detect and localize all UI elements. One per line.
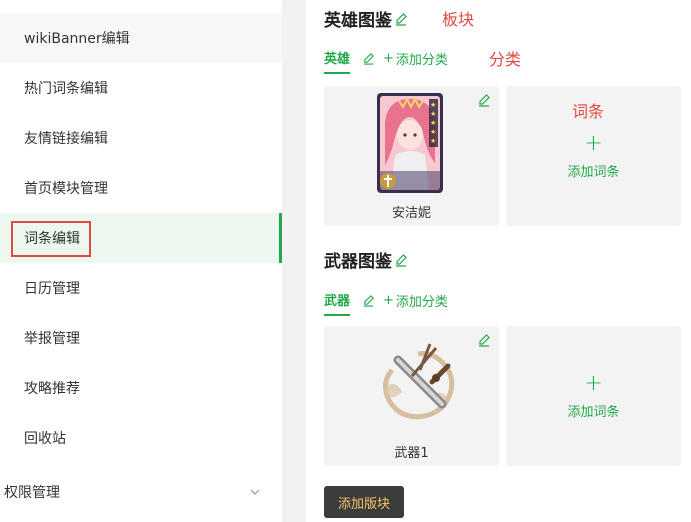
plus-icon: + <box>584 370 603 396</box>
sidebar-item-label: 友情链接编辑 <box>24 131 108 147</box>
sidebar-item-label: 首页模块管理 <box>24 181 108 197</box>
sidebar-item-friend-links[interactable]: 友情链接编辑 <box>0 113 282 163</box>
add-category-label: 添加分类 <box>395 294 448 310</box>
annotation-block: 板块 <box>442 10 475 29</box>
sidebar-item-label: 举报管理 <box>24 331 80 347</box>
sidebar-item-home-modules[interactable]: 首页模块管理 <box>0 163 282 213</box>
sidebar-group-label: 权限管理 <box>4 485 60 501</box>
sidebar-item-calendar[interactable]: 日历管理 <box>0 263 282 313</box>
edit-icon[interactable] <box>362 294 375 307</box>
main-content: 英雄图鉴 板块 英雄 + 添加分类 分类 ★ ★ ★ ★ ★ 安洁妮 词条 + 添 <box>306 0 691 522</box>
sidebar-item-guides[interactable]: 攻略推荐 <box>0 363 282 413</box>
edit-icon[interactable] <box>362 52 375 65</box>
annotation-category: 分类 <box>489 50 522 69</box>
sidebar-item-recycle-bin[interactable]: 回收站 <box>0 413 282 463</box>
category-tabs: 武器 + 添加分类 <box>324 290 448 316</box>
edit-icon[interactable] <box>394 253 408 267</box>
svg-text:★: ★ <box>430 110 436 118</box>
add-category-button[interactable]: + 添加分类 <box>383 49 448 68</box>
tab-hero[interactable]: 英雄 <box>324 48 351 74</box>
sidebar-item-entry-edit[interactable]: 词条编辑 <box>0 213 282 263</box>
entry-name: 安洁妮 <box>391 206 431 221</box>
add-block-button[interactable]: 添加版块 <box>324 486 404 518</box>
add-category-label: 添加分类 <box>395 52 448 68</box>
plus-icon: + <box>584 130 603 156</box>
weapon-image <box>383 343 455 420</box>
sidebar-group-permissions[interactable]: 权限管理 <box>0 472 282 512</box>
add-entry-label: 添加词条 <box>567 404 620 420</box>
svg-text:★: ★ <box>430 137 436 145</box>
tab-weapon[interactable]: 武器 <box>324 290 351 316</box>
add-entry-label: 添加词条 <box>567 164 620 180</box>
sidebar: wikiBanner编辑 热门词条编辑 友情链接编辑 首页模块管理 词条编辑 日… <box>0 0 282 522</box>
chevron-down-icon <box>250 489 260 495</box>
sidebar-item-wikibanner[interactable]: wikiBanner编辑 <box>0 13 282 63</box>
plus-icon: + <box>383 292 394 308</box>
edit-icon[interactable] <box>394 12 408 26</box>
edit-icon[interactable] <box>477 93 491 107</box>
svg-text:★: ★ <box>430 128 436 136</box>
sidebar-item-label: 回收站 <box>24 431 66 447</box>
entry-name: 武器1 <box>394 446 429 461</box>
plus-icon: + <box>383 50 394 66</box>
hero-portrait-image: ★★★★★ <box>377 93 443 193</box>
add-entry-card[interactable]: + 添加词条 <box>506 326 681 466</box>
sidebar-item-label: 攻略推荐 <box>24 381 80 397</box>
add-category-button[interactable]: + 添加分类 <box>383 291 448 310</box>
sidebar-item-reports[interactable]: 举报管理 <box>0 313 282 363</box>
sidebar-item-label: 词条编辑 <box>24 231 80 247</box>
svg-text:★: ★ <box>430 119 436 127</box>
sidebar-item-label: 日历管理 <box>24 281 80 297</box>
add-entry-card[interactable]: 词条 + 添加词条 <box>506 86 681 226</box>
annotation-entry: 词条 <box>572 102 605 121</box>
category-tabs: 英雄 + 添加分类 <box>324 48 448 74</box>
sidebar-item-hot-entries[interactable]: 热门词条编辑 <box>0 63 282 113</box>
section-title: 武器图鉴 <box>324 247 408 272</box>
entry-card[interactable]: 武器1 <box>324 326 499 466</box>
sidebar-divider <box>282 0 306 522</box>
edit-icon[interactable] <box>477 333 491 347</box>
sidebar-item-label: 热门词条编辑 <box>24 81 108 97</box>
section-title: 英雄图鉴 <box>324 6 408 31</box>
entry-card[interactable]: ★ ★ ★ ★ ★ 安洁妮 <box>324 86 499 226</box>
sidebar-item-label: wikiBanner编辑 <box>24 31 130 47</box>
section-title-text: 武器图鉴 <box>324 252 392 272</box>
svg-text:★: ★ <box>430 101 436 109</box>
section-title-text: 英雄图鉴 <box>324 11 392 31</box>
